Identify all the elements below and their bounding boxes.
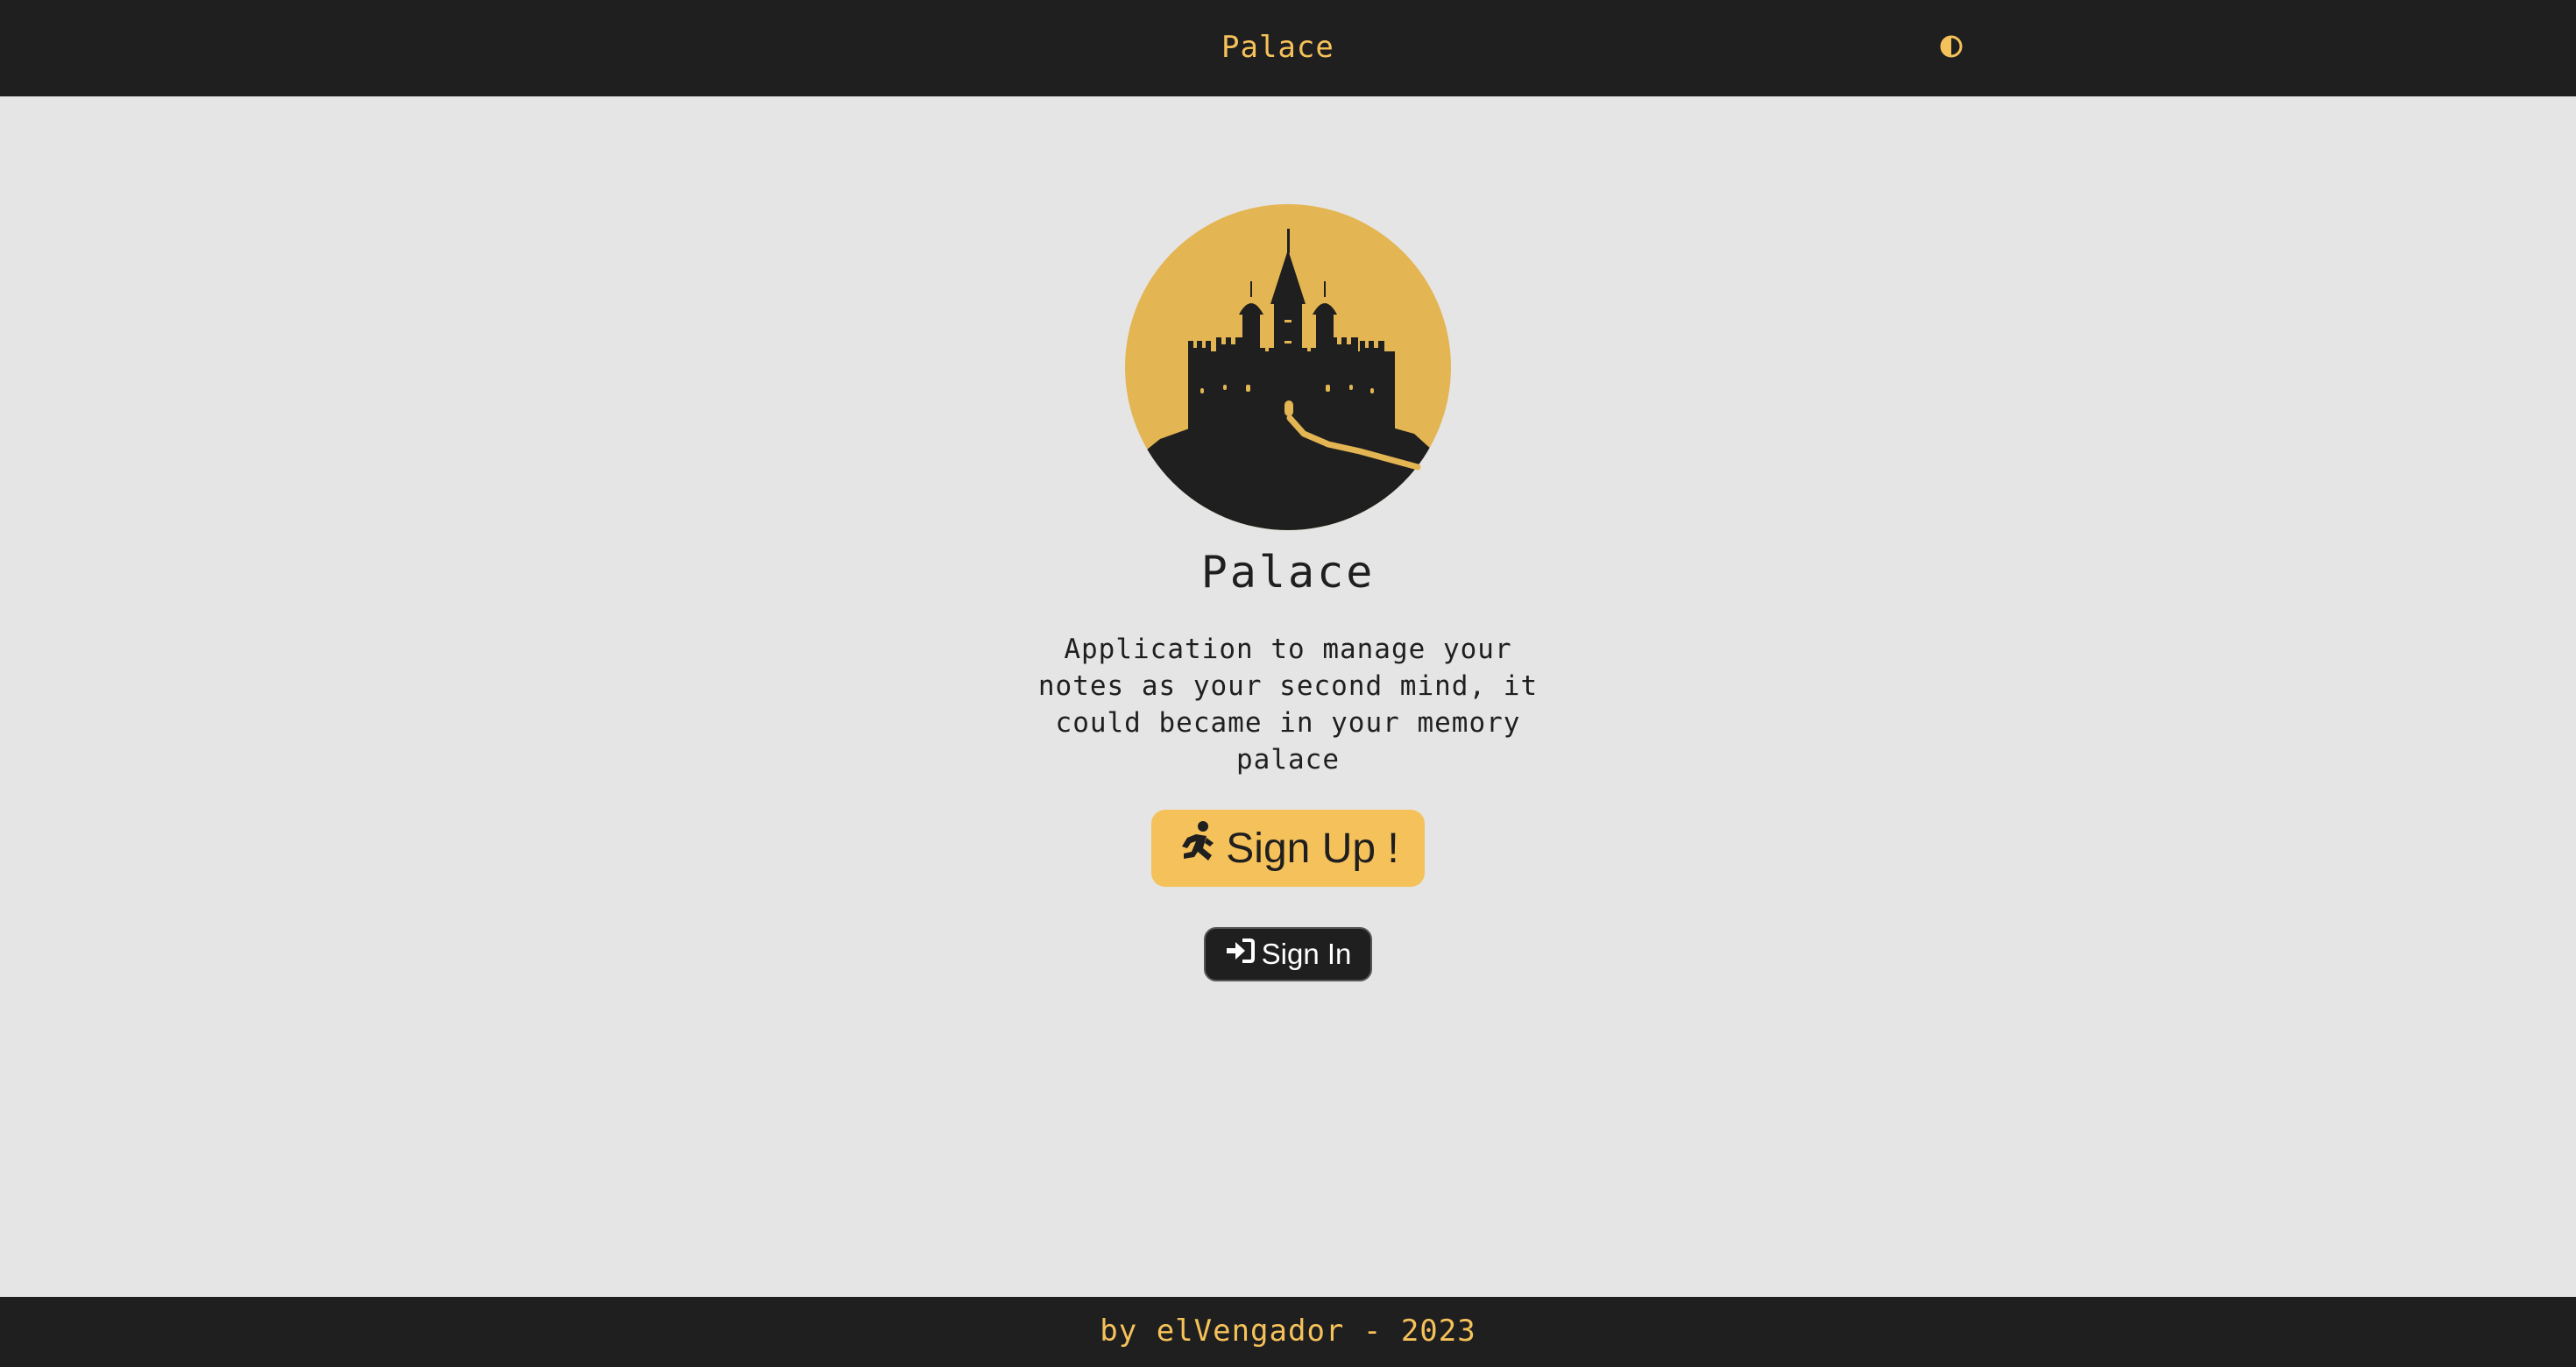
footer-credit: by elVengador - 2023 [1100, 1314, 1476, 1349]
running-person-icon [1177, 820, 1226, 876]
app-title: Palace [1200, 547, 1376, 598]
app-description: Application to manage your notes as your… [1037, 634, 1539, 776]
castle-logo-icon [1125, 204, 1451, 530]
navbar-title[interactable]: Palace [1221, 23, 1334, 72]
top-navbar: Palace [0, 0, 2576, 96]
sign-up-label: Sign Up ! [1226, 825, 1399, 872]
sign-in-arrow-icon [1225, 938, 1262, 971]
sign-in-label: Sign In [1261, 938, 1352, 970]
theme-toggle-icon[interactable] [1940, 35, 1963, 58]
footer: by elVengador - 2023 [0, 1297, 2576, 1367]
sign-up-button[interactable]: Sign Up ! [1151, 810, 1425, 887]
sign-in-button[interactable]: Sign In [1204, 927, 1372, 981]
